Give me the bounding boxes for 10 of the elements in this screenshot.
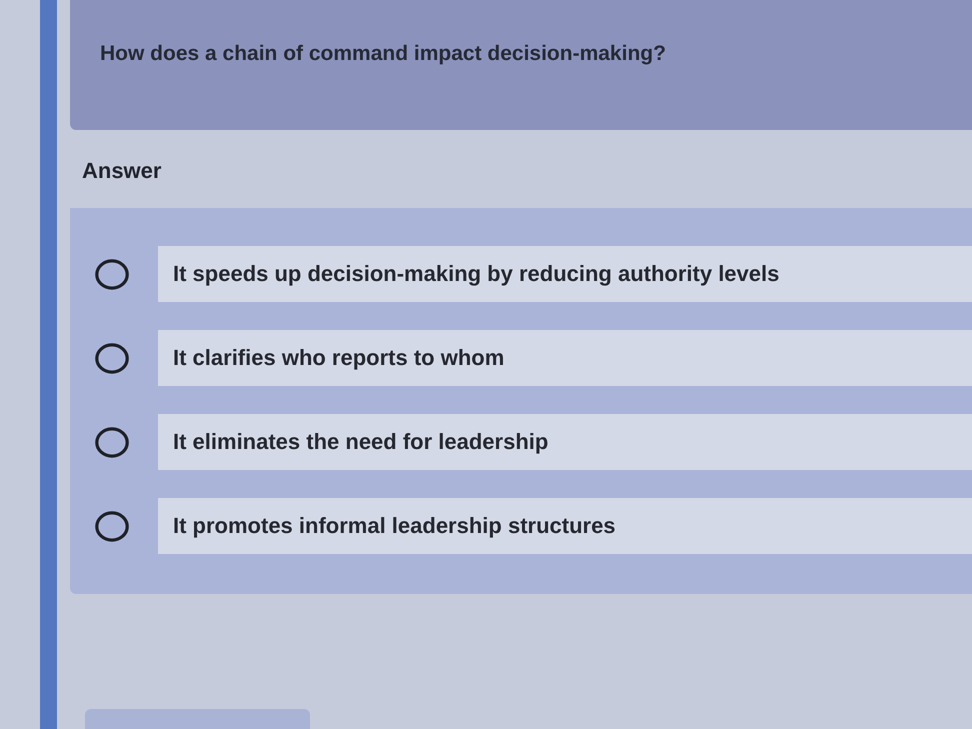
answer-option[interactable]: It eliminates the need for leadership <box>158 414 972 470</box>
radio-icon[interactable] <box>95 510 129 542</box>
answer-option[interactable]: It clarifies who reports to whom <box>158 330 972 386</box>
radio-icon[interactable] <box>95 426 129 458</box>
question-text: How does a chain of command impact decision-making? <box>100 42 666 66</box>
radio-icon[interactable] <box>95 342 129 374</box>
answer-label: Answer <box>82 158 162 184</box>
answer-option[interactable]: It speeds up decision-making by reducing authority levels <box>158 246 972 302</box>
answer-option[interactable]: It promotes informal leadership structures <box>158 498 972 554</box>
radio-icon[interactable] <box>95 258 129 290</box>
